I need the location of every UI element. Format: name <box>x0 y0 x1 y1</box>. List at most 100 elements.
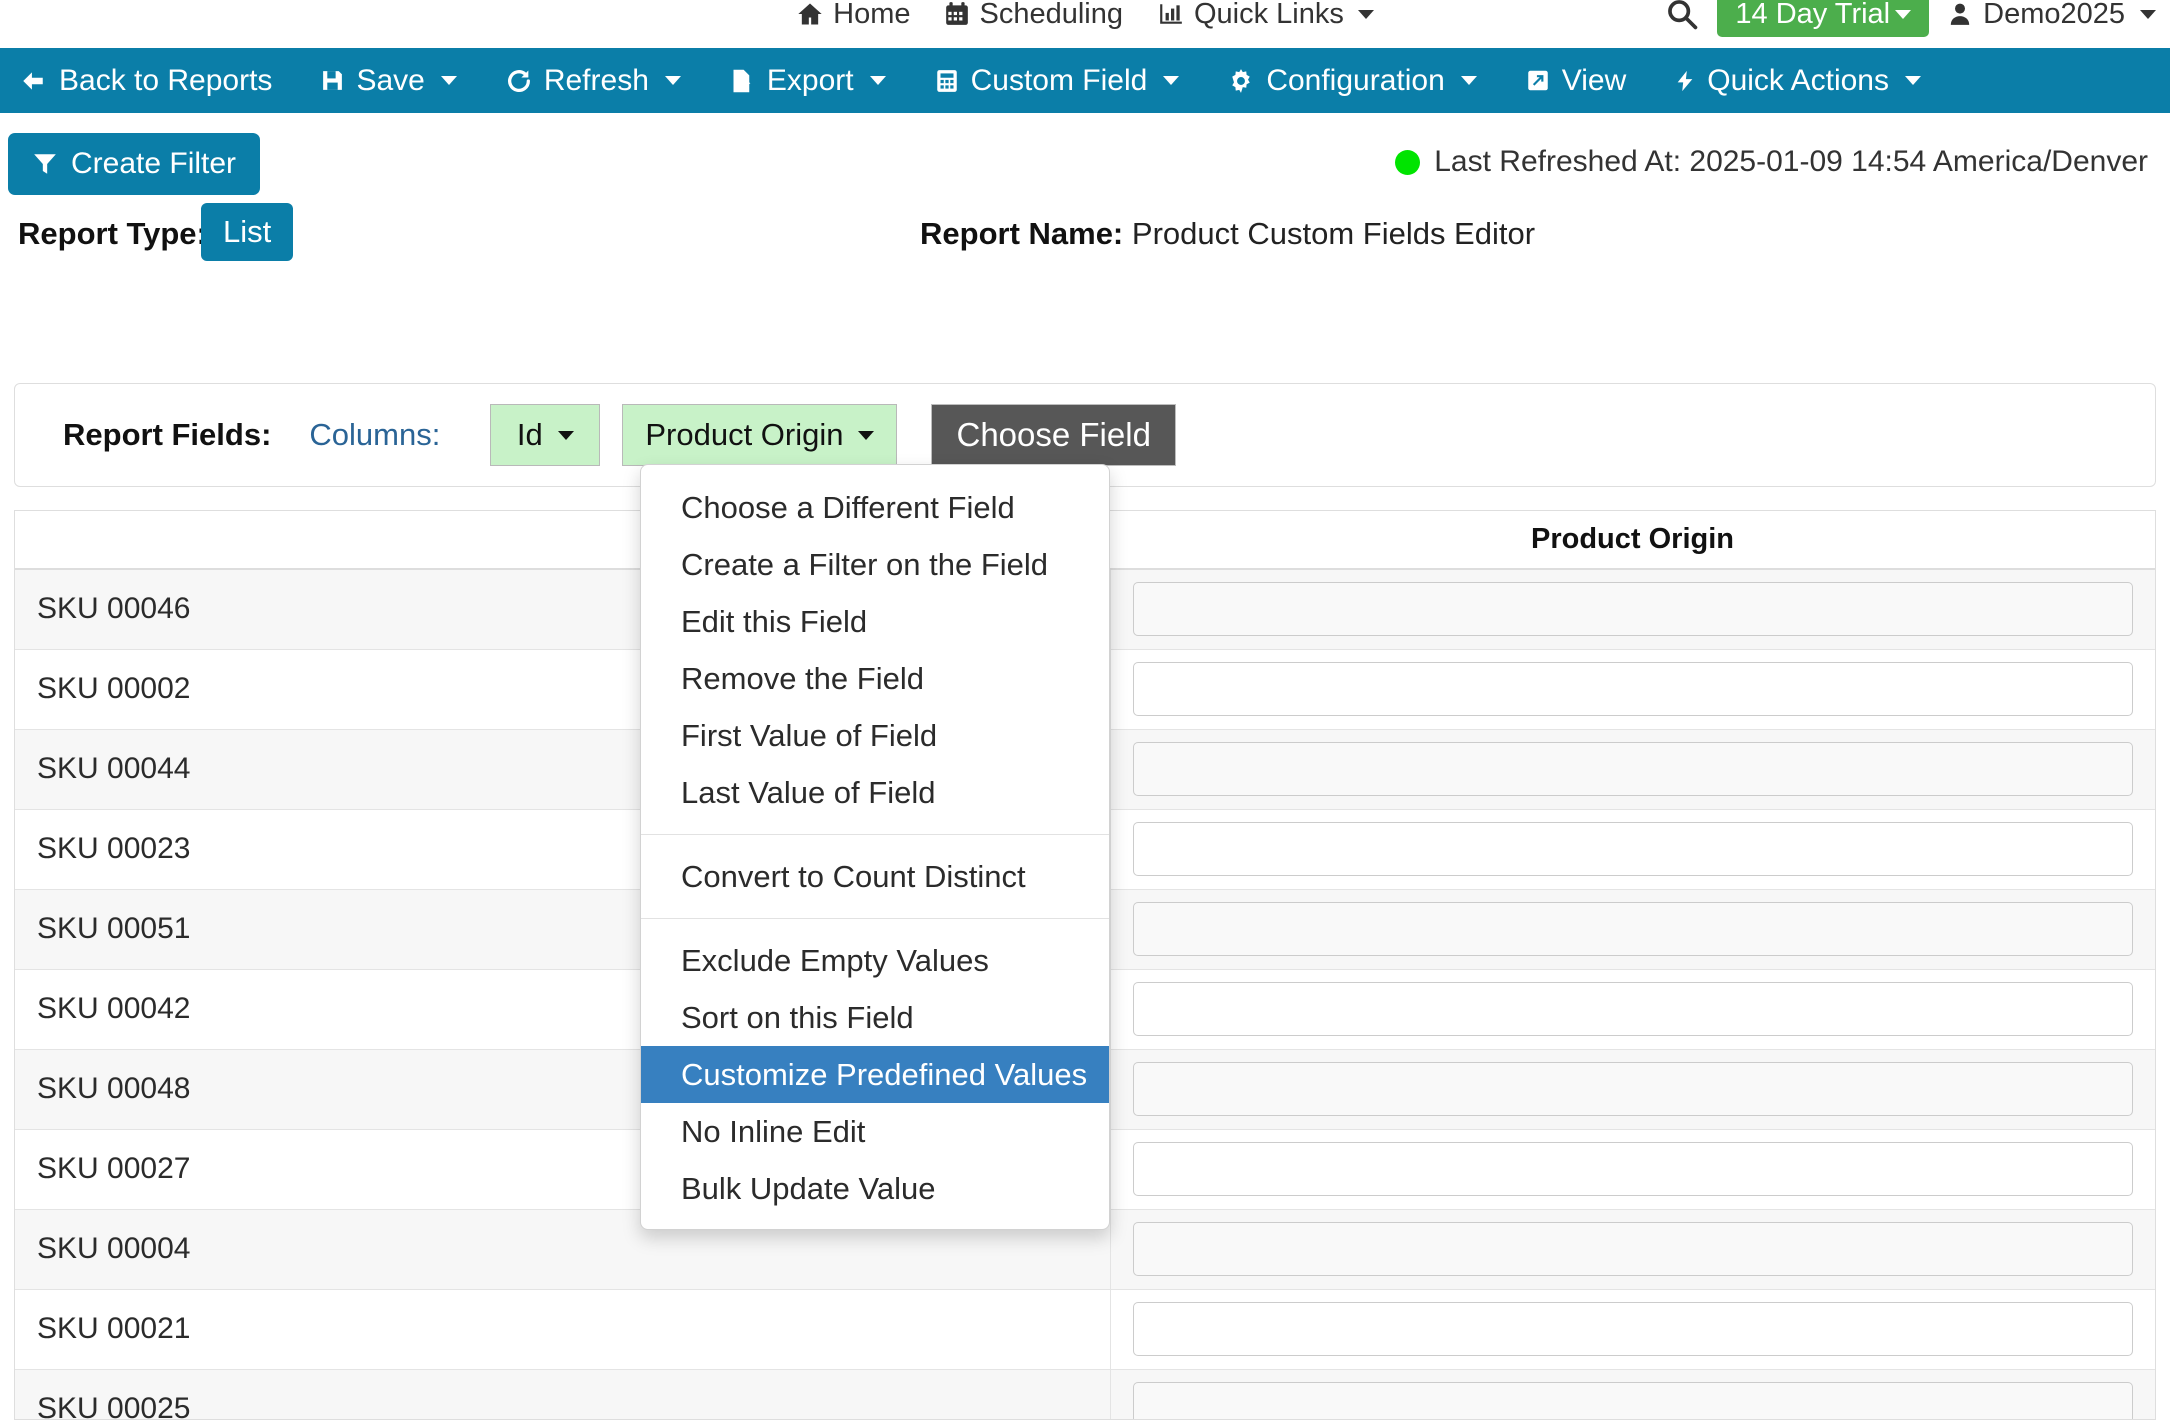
view-button[interactable]: View <box>1501 48 1650 113</box>
view-label: View <box>1562 64 1626 98</box>
chevron-down-icon <box>870 76 886 85</box>
report-toolbar: Back to Reports Save Refresh Export <box>0 48 2170 113</box>
filter-bar: Create Filter Last Refreshed At: 2025-01… <box>0 113 2170 203</box>
arrow-left-icon <box>18 68 48 94</box>
nav-item-home[interactable]: Home <box>796 0 910 29</box>
product-origin-input[interactable] <box>1133 822 2134 876</box>
product-origin-input[interactable] <box>1133 1062 2134 1116</box>
chevron-down-icon <box>665 76 681 85</box>
nav-item-scheduling-label: Scheduling <box>979 0 1123 29</box>
menu-item-sort-on-this-field[interactable]: Sort on this Field <box>641 989 1109 1046</box>
top-nav-links: Home Scheduling Quick Lin <box>796 0 1374 34</box>
nav-item-home-label: Home <box>833 0 910 29</box>
bolt-icon <box>1674 67 1696 95</box>
choose-field-button[interactable]: Choose Field <box>931 404 1175 466</box>
search-icon[interactable] <box>1665 0 1699 31</box>
product-origin-input[interactable] <box>1133 982 2134 1036</box>
quick-actions-label: Quick Actions <box>1707 64 1889 98</box>
report-name-label: Report Name: <box>920 216 1123 251</box>
status-indicator-icon <box>1395 150 1420 175</box>
product-origin-input[interactable] <box>1133 1142 2134 1196</box>
last-refreshed-text: Last Refreshed At: 2025-01-09 14:54 Amer… <box>1434 145 2148 179</box>
menu-item-convert-to-count-distinct[interactable]: Convert to Count Distinct <box>641 848 1109 905</box>
menu-separator <box>641 834 1109 835</box>
cell-product-origin <box>1110 569 2155 649</box>
field-pill-product-origin[interactable]: Product Origin <box>622 404 897 466</box>
menu-item-last-value-of-field[interactable]: Last Value of Field <box>641 764 1109 821</box>
report-type-value-button[interactable]: List <box>201 203 293 261</box>
chevron-down-icon <box>441 76 457 85</box>
report-name-value: Product Custom Fields Editor <box>1132 216 1535 251</box>
top-navigation-bar: Home Scheduling Quick Lin <box>0 0 2170 48</box>
menu-item-choose-a-different-field[interactable]: Choose a Different Field <box>641 479 1109 536</box>
nav-item-scheduling[interactable]: Scheduling <box>944 0 1123 29</box>
product-origin-input[interactable] <box>1133 1222 2134 1276</box>
cell-product-origin <box>1110 649 2155 729</box>
user-menu-label: Demo2025 <box>1983 0 2125 31</box>
export-button[interactable]: Export <box>705 48 910 113</box>
calendar-icon <box>944 0 970 28</box>
field-pill-id[interactable]: Id <box>490 404 600 466</box>
columns-label[interactable]: Columns: <box>309 417 440 453</box>
custom-field-button[interactable]: Custom Field <box>910 48 1204 113</box>
back-to-reports-button[interactable]: Back to Reports <box>18 48 296 113</box>
menu-item-create-a-filter-on-the-field[interactable]: Create a Filter on the Field <box>641 536 1109 593</box>
chart-bar-icon <box>1157 1 1185 27</box>
gear-icon <box>1227 67 1255 95</box>
product-origin-input[interactable] <box>1133 902 2134 956</box>
menu-item-first-value-of-field[interactable]: First Value of Field <box>641 707 1109 764</box>
table-row: SKU 00021 <box>15 1289 2155 1369</box>
choose-field-label: Choose Field <box>956 416 1150 454</box>
chevron-down-icon <box>1895 10 1911 19</box>
field-context-menu: Choose a Different FieldCreate a Filter … <box>640 464 1110 1230</box>
product-origin-input[interactable] <box>1133 742 2134 796</box>
report-meta-row: Report Type: List Report Name: Product C… <box>0 203 2170 283</box>
last-refreshed-status: Last Refreshed At: 2025-01-09 14:54 Amer… <box>1395 145 2148 179</box>
menu-item-customize-predefined-values[interactable]: Customize Predefined Values <box>641 1046 1109 1103</box>
nav-item-quick-links[interactable]: Quick Links <box>1157 0 1374 29</box>
cell-product-origin <box>1110 889 2155 969</box>
save-label: Save <box>356 64 424 98</box>
save-button[interactable]: Save <box>296 48 480 113</box>
chevron-down-icon <box>1461 76 1477 85</box>
trial-button-label: 14 Day Trial <box>1735 0 1890 31</box>
export-label: Export <box>767 64 854 98</box>
menu-item-bulk-update-value[interactable]: Bulk Update Value <box>641 1160 1109 1217</box>
menu-item-edit-this-field[interactable]: Edit this Field <box>641 593 1109 650</box>
product-origin-input[interactable] <box>1133 662 2134 716</box>
view-icon <box>1525 67 1551 94</box>
product-origin-input[interactable] <box>1133 582 2134 636</box>
user-menu[interactable]: Demo2025 <box>1947 0 2156 31</box>
cell-product-id: SKU 00021 <box>15 1289 1110 1369</box>
chevron-down-icon <box>1358 10 1374 19</box>
funnel-icon <box>32 151 58 177</box>
nav-item-quick-links-label: Quick Links <box>1194 0 1344 29</box>
trial-button[interactable]: 14 Day Trial <box>1717 0 1929 37</box>
product-origin-input[interactable] <box>1133 1382 2134 1420</box>
refresh-icon <box>505 67 533 95</box>
cell-product-origin <box>1110 1369 2155 1420</box>
product-origin-input[interactable] <box>1133 1302 2134 1356</box>
calculator-icon <box>934 67 960 95</box>
cell-product-origin <box>1110 1209 2155 1289</box>
configuration-button[interactable]: Configuration <box>1203 48 1500 113</box>
report-name: Report Name: Product Custom Fields Edito… <box>920 216 1535 252</box>
field-pill-id-label: Id <box>517 417 543 453</box>
create-filter-label: Create Filter <box>71 147 236 181</box>
chevron-down-icon <box>1163 76 1179 85</box>
refresh-button[interactable]: Refresh <box>481 48 705 113</box>
cell-product-origin <box>1110 809 2155 889</box>
top-nav-right-group: 14 Day Trial Demo2025 <box>1665 0 2156 36</box>
save-icon <box>320 67 345 94</box>
quick-actions-button[interactable]: Quick Actions <box>1650 48 1945 113</box>
cell-product-origin <box>1110 729 2155 809</box>
user-icon <box>1947 0 1973 28</box>
menu-item-remove-the-field[interactable]: Remove the Field <box>641 650 1109 707</box>
menu-item-no-inline-edit[interactable]: No Inline Edit <box>641 1103 1109 1160</box>
cell-product-origin <box>1110 1289 2155 1369</box>
column-header-product-origin[interactable]: Product Origin <box>1110 511 2155 569</box>
refresh-label: Refresh <box>544 64 649 98</box>
menu-item-exclude-empty-values[interactable]: Exclude Empty Values <box>641 932 1109 989</box>
cell-product-origin <box>1110 1129 2155 1209</box>
create-filter-button[interactable]: Create Filter <box>8 133 260 195</box>
